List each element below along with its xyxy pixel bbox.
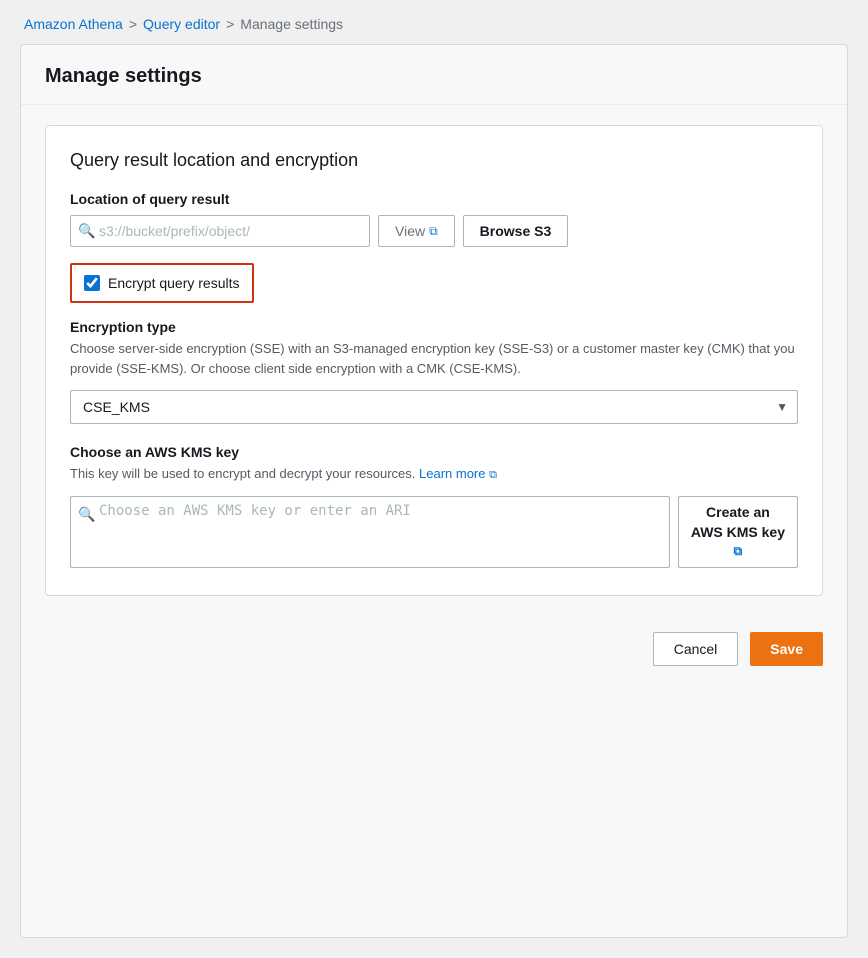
page-header: Manage settings [21,45,847,105]
breadcrumb-query-editor[interactable]: Query editor [143,16,220,32]
kms-section: Choose an AWS KMS key This key will be u… [70,444,798,571]
encryption-type-desc: Choose server-side encryption (SSE) with… [70,339,798,378]
kms-key-input[interactable] [70,496,670,568]
kms-input-wrapper: 🔍 [70,496,670,571]
breadcrumb-amazon-athena[interactable]: Amazon Athena [24,16,123,32]
main-container: Manage settings Query result location an… [20,44,848,938]
encryption-select-wrapper: SSE_S3 SSE_KMS CSE_KMS ▼ [70,390,798,424]
page-title: Manage settings [45,65,823,88]
breadcrumb-current: Manage settings [240,16,343,32]
learn-more-external-icon: ⧉ [489,469,497,481]
create-kms-line2: AWS KMS key [691,524,785,540]
location-input-wrapper: 🔍 [70,215,370,247]
save-button[interactable]: Save [750,632,823,666]
view-button[interactable]: View ⧉ [378,215,455,247]
create-kms-external-icon: ⧉ [734,544,743,559]
kms-input-group: 🔍 Create an AWS KMS key ⧉ [70,496,798,571]
breadcrumb-separator-2: > [226,16,234,32]
cancel-button[interactable]: Cancel [653,632,739,666]
create-kms-line1: Create an [706,504,770,520]
learn-more-link[interactable]: Learn more ⧉ [419,466,497,481]
location-label: Location of query result [70,191,798,207]
browse-s3-button[interactable]: Browse S3 [463,215,569,247]
view-button-label: View [395,223,425,239]
breadcrumb: Amazon Athena > Query editor > Manage se… [0,0,868,44]
location-field: Location of query result 🔍 View ⧉ Browse… [70,191,798,247]
footer: Cancel Save [21,616,847,682]
kms-label: Choose an AWS KMS key [70,444,798,460]
encryption-type-field: Encryption type Choose server-side encry… [70,319,798,424]
kms-desc: This key will be used to encrypt and dec… [70,464,798,484]
encrypt-checkbox[interactable] [84,275,100,291]
encryption-type-select[interactable]: SSE_S3 SSE_KMS CSE_KMS [70,390,798,424]
location-input-group: 🔍 View ⧉ Browse S3 [70,215,798,247]
settings-card: Query result location and encryption Loc… [45,125,823,596]
encryption-type-label: Encryption type [70,319,798,335]
kms-desc-text: This key will be used to encrypt and dec… [70,466,415,481]
create-kms-button[interactable]: Create an AWS KMS key ⧉ [678,496,798,568]
breadcrumb-separator-1: > [129,16,137,32]
encrypt-checkbox-container[interactable]: Encrypt query results [70,263,254,303]
location-input[interactable] [70,215,370,247]
encrypt-checkbox-label[interactable]: Encrypt query results [108,275,240,291]
card-title: Query result location and encryption [70,150,798,171]
view-external-icon: ⧉ [429,224,438,239]
